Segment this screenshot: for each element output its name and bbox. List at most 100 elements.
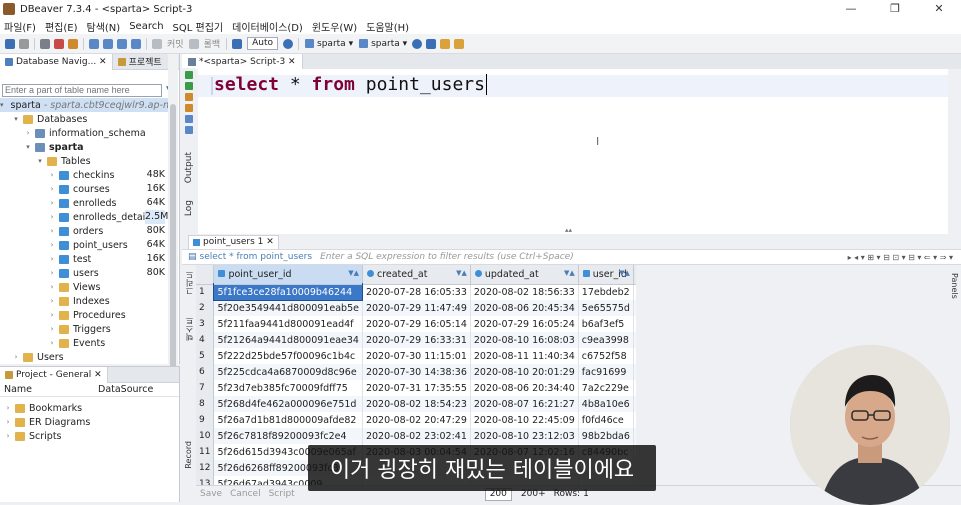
project-item-scripts[interactable]: › Scripts (4, 429, 62, 443)
sort-icon[interactable]: ▼▲ (456, 269, 467, 277)
cell-updated-at[interactable]: 2020-08-10 16:08:03 (470, 332, 579, 348)
cell-user-id[interactable]: 4b8a10e6 (578, 396, 634, 412)
sql-text[interactable]: select * from point_users (214, 74, 487, 95)
record-view-toggle[interactable]: Record (184, 441, 193, 469)
connect-icon[interactable] (40, 38, 50, 49)
cell-point[interactable]: 5,983 (633, 412, 636, 428)
table-row[interactable]: 4 5f21264a9441d800091eae34 2020-07-29 16:3… (196, 332, 636, 348)
table-row[interactable]: 9 5f26a7d1b81d800009afde82 2020-08-02 20:4… (196, 412, 636, 428)
cell-user-id[interactable]: b6af3ef5 (578, 316, 634, 332)
menu-file[interactable]: 파일(F) (4, 19, 36, 34)
expand-icon[interactable]: › (4, 432, 12, 440)
cell-user-id[interactable]: 17ebdeb2 (578, 284, 634, 300)
results-filter-input[interactable]: Enter a SQL expression to filter results… (320, 252, 574, 262)
save-button[interactable]: Save (200, 489, 222, 499)
table-row[interactable]: 7 5f23d7eb385fc70009fdff75 2020-07-31 17:3… (196, 380, 636, 396)
execute-script-icon[interactable] (185, 82, 193, 90)
cell-user-id[interactable]: c9ea3998 (578, 332, 634, 348)
cell-point[interactable]: 150 (633, 428, 636, 444)
cell-point[interactable]: 10,688 (633, 396, 636, 412)
tree-folder-views[interactable]: › Views (48, 280, 101, 294)
project-item-er-diagrams[interactable]: › ER Diagrams (4, 415, 91, 429)
table-row[interactable]: 6 5f225cdca4a6870009d8c96e 2020-07-30 14:3… (196, 364, 636, 380)
cell-user-id[interactable]: 98b2bda6 (578, 428, 634, 444)
cell-user-id[interactable]: c6752f58 (578, 348, 634, 364)
cell-point[interactable]: 380 (633, 316, 636, 332)
cell-user-id[interactable]: 7a2c229e (578, 380, 634, 396)
expand-icon[interactable]: › (48, 255, 56, 263)
link-icon[interactable] (454, 38, 465, 49)
tree-tables[interactable]: ▾ Tables (36, 154, 90, 168)
table-row[interactable]: 1 5f1fce3ce28fa10009b46244 2020-07-28 16:0… (196, 283, 636, 301)
expand-icon[interactable]: › (48, 227, 56, 235)
cell-point[interactable]: 23,962 (633, 348, 636, 364)
menu-sql-editor[interactable]: SQL 편집기 (173, 19, 224, 34)
expand-icon[interactable]: › (48, 311, 56, 319)
datasource-selector[interactable]: sparta ▾ (305, 39, 353, 49)
refresh-icon[interactable] (412, 38, 423, 49)
navigator-scrollbar[interactable] (168, 54, 178, 384)
filter-actions[interactable]: ▸ ◂ ▾ ⊞ ▾ ⊟ ⊡ ▾ ⊟ ▾ ⇐ ▾ ⇒ ▾ (848, 253, 953, 262)
cell-created-at[interactable]: 2020-08-02 18:54:23 (362, 396, 471, 412)
cell-created-at[interactable]: 2020-07-30 11:15:01 (362, 348, 471, 364)
expand-icon[interactable]: › (48, 241, 56, 249)
table-filter-input[interactable] (2, 83, 162, 97)
tree-folder-events[interactable]: › Events (48, 336, 106, 350)
cell-point[interactable]: 44,113 (633, 332, 636, 348)
close-button[interactable]: ✕ (917, 0, 961, 18)
menu-search[interactable]: Search (129, 21, 163, 32)
dropdown-icon[interactable] (19, 38, 29, 49)
history-icon[interactable] (283, 38, 294, 49)
tree-folder-procedures[interactable]: › Procedures (48, 308, 126, 322)
cell-created-at[interactable]: 2020-07-29 16:33:31 (362, 332, 471, 348)
cell-point-user-id[interactable]: 5f20e3549441d800091eab5e (213, 300, 363, 316)
cell-updated-at[interactable]: 2020-08-10 20:01:29 (470, 364, 579, 380)
cell-updated-at[interactable]: 2020-08-06 20:45:34 (470, 300, 579, 316)
table-row[interactable]: 10 5f26c7818f89200093fc2e4 2020-08-02 23:0… (196, 428, 636, 444)
new-connection-icon[interactable] (5, 38, 15, 49)
cell-point-user-id[interactable]: 5f222d25bde57f00096c1b4c (213, 348, 363, 364)
settings-icon[interactable] (185, 126, 193, 134)
tree-folder-triggers[interactable]: › Triggers (48, 322, 111, 336)
cell-point-user-id[interactable]: 5f1fce3ce28fa10009b46244 (212, 283, 364, 301)
expand-icon[interactable]: › (48, 213, 56, 221)
commit-icon[interactable] (152, 38, 162, 49)
recent-script-icon[interactable] (131, 38, 141, 49)
tab-point-users-1[interactable]: point_users 1 ✕ (188, 234, 279, 249)
sort-icon[interactable]: ▼▲ (564, 269, 575, 277)
cell-created-at[interactable]: 2020-07-30 14:38:36 (362, 364, 471, 380)
cell-point[interactable]: 14,759 (633, 300, 636, 316)
cell-updated-at[interactable]: 2020-07-29 16:05:24 (470, 316, 579, 332)
project-item-bookmarks[interactable]: › Bookmarks (4, 401, 82, 415)
expand-icon[interactable]: › (48, 297, 56, 305)
minimize-button[interactable]: — (829, 0, 873, 18)
table-row[interactable]: 3 5f211faa9441d800091ead4f 2020-07-29 16:0… (196, 316, 636, 332)
expand-icon[interactable]: › (12, 353, 20, 361)
transaction-mode-icon[interactable] (232, 38, 243, 49)
log-panel-toggle[interactable]: Log (184, 200, 194, 216)
cell-point-user-id[interactable]: 5f26a7d1b81d800009afde82 (213, 412, 363, 428)
cancel-button[interactable]: Cancel (230, 489, 261, 499)
table-row[interactable]: 5 5f222d25bde57f00096c1b4c 2020-07-30 11:1… (196, 348, 636, 364)
open-script-icon[interactable] (103, 38, 113, 49)
expand-icon[interactable]: › (4, 418, 12, 426)
transaction-log-icon[interactable] (426, 38, 437, 49)
collapse-icon[interactable]: ▾ (0, 101, 4, 109)
tree-schema-information[interactable]: › information_schema (24, 126, 146, 140)
table-row[interactable]: 2 5f20e3549441d800091eab5e 2020-07-29 11:4… (196, 300, 636, 316)
tree-folder-indexes[interactable]: › Indexes (48, 294, 110, 308)
scrollbar-thumb[interactable] (170, 104, 176, 384)
expand-icon[interactable]: › (48, 185, 56, 193)
menu-navigate[interactable]: 탐색(N) (87, 19, 121, 34)
column-header-point[interactable]: point▼▲ (633, 265, 636, 285)
cell-point-user-id[interactable]: 5f21264a9441d800091eae34 (213, 332, 363, 348)
tree-connection-sparta[interactable]: ▾ sparta - sparta.cbt9ceqjwlr9.ap-no (0, 98, 175, 112)
column-header-point-user-id[interactable]: point_user_id ▼▲ (213, 265, 363, 285)
collapse-icon[interactable]: ▾ (36, 157, 44, 165)
expand-icon[interactable]: › (48, 171, 56, 179)
maximize-button[interactable]: ❐ (873, 0, 917, 18)
cell-created-at[interactable]: 2020-07-29 16:05:14 (362, 316, 471, 332)
commit-button[interactable]: 커밋 (167, 37, 184, 50)
schema-selector[interactable]: sparta ▾ (359, 39, 407, 49)
text-view-toggle[interactable]: 텍스트 (184, 317, 195, 341)
